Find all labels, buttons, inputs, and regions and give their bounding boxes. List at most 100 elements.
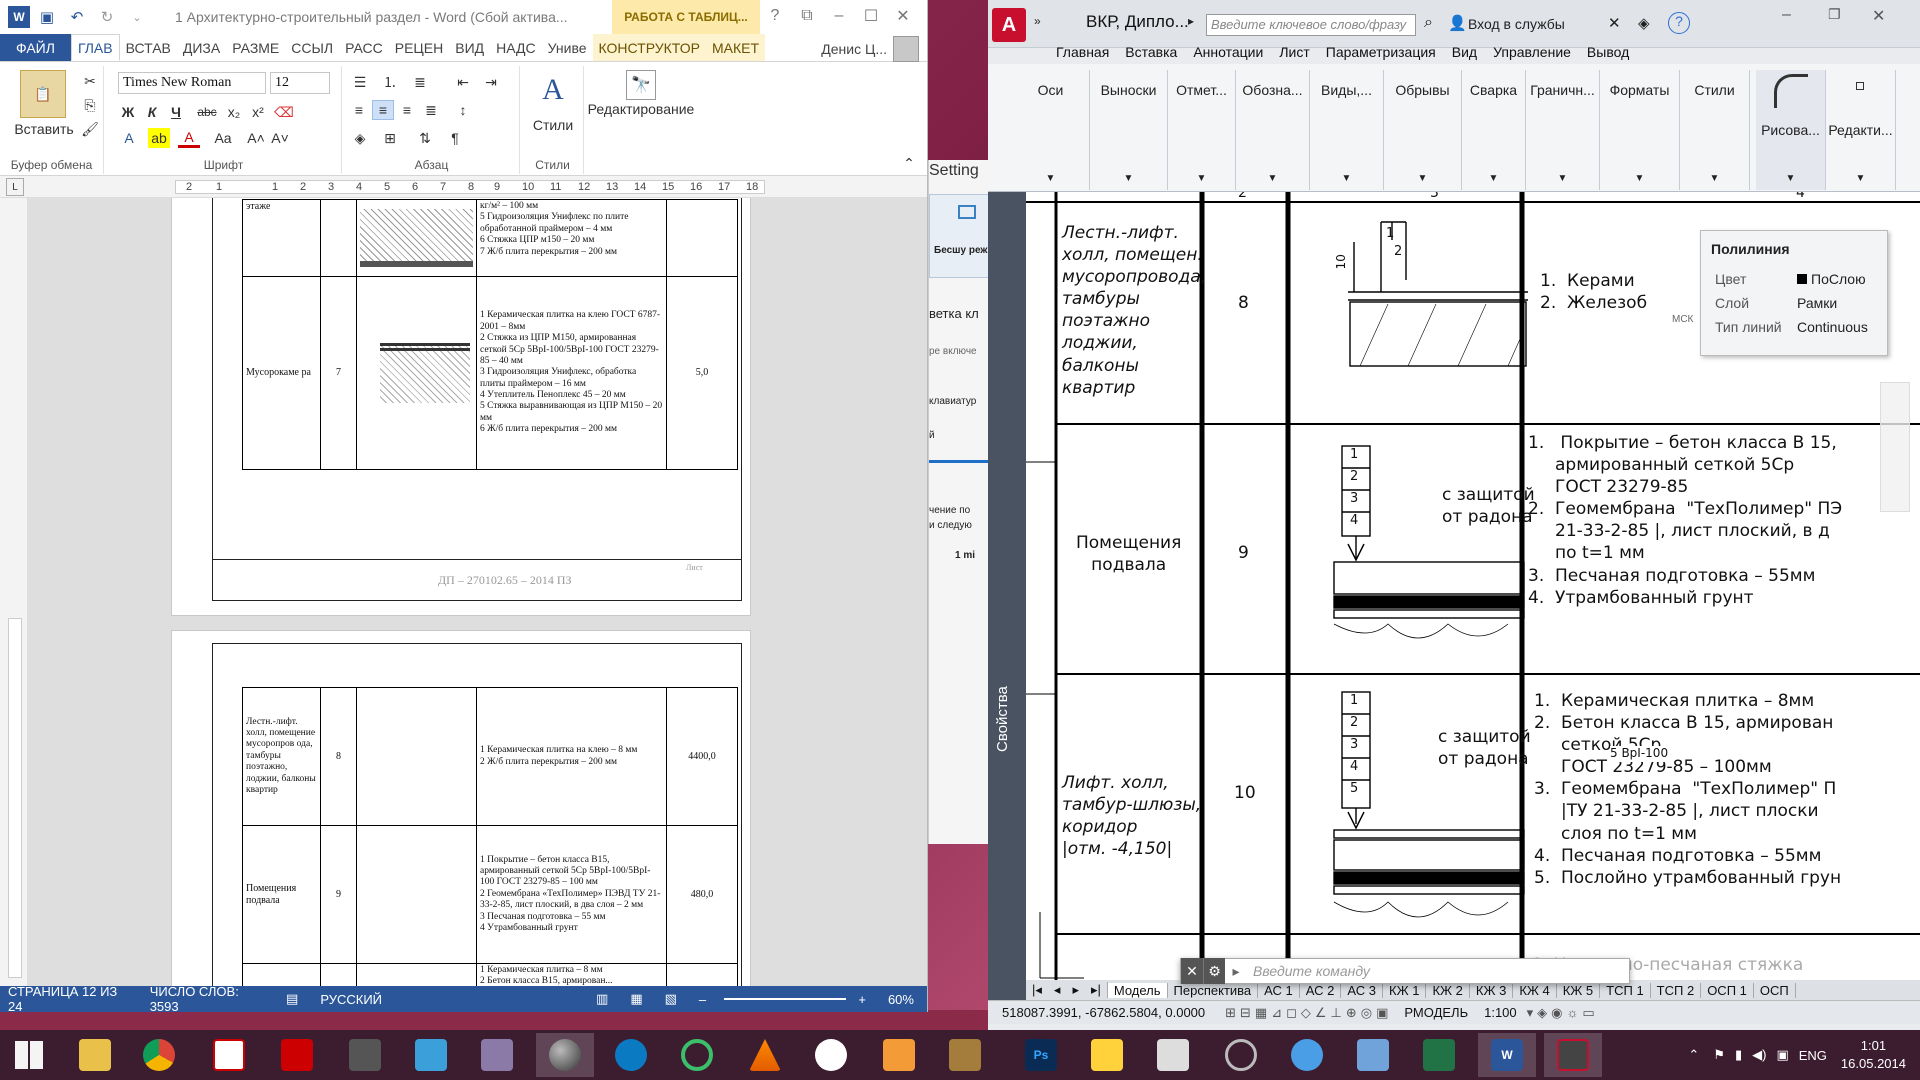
web-layout-icon[interactable]: ▧ <box>665 991 677 1007</box>
copy-icon[interactable]: ⎘ <box>80 96 100 114</box>
properties-palette-bar[interactable]: Свойства <box>988 192 1026 1000</box>
tab-view[interactable]: ВИД <box>449 34 490 61</box>
taskbar-autocad[interactable] <box>1544 1033 1602 1077</box>
align-left-icon[interactable]: ≡ <box>348 100 370 120</box>
tab-layout[interactable]: РАЗМЕ <box>226 34 285 61</box>
tab-model[interactable]: Модель <box>1107 982 1168 998</box>
user-icon[interactable]: 👤 <box>1448 14 1467 32</box>
styles-icon[interactable]: A <box>534 70 572 110</box>
zoom-out-icon[interactable]: – <box>699 992 706 1007</box>
model-space-label[interactable]: РМОДЕЛЬ <box>1404 1005 1468 1020</box>
borders-icon[interactable]: ⊞ <box>378 128 402 148</box>
network-signal-icon[interactable]: ▮ <box>1735 1047 1742 1063</box>
taskbar-curves[interactable] <box>1212 1033 1270 1077</box>
tab-layout[interactable]: ТСП 2 <box>1651 982 1702 998</box>
menu-manage[interactable]: Управление <box>1485 44 1579 60</box>
tab-nav-next-icon[interactable]: ▸ <box>1066 982 1085 998</box>
taskbar-itunes[interactable] <box>1278 1033 1336 1077</box>
taskbar-network[interactable] <box>1144 1033 1202 1077</box>
tab-universal[interactable]: Униве <box>542 34 593 61</box>
search-input[interactable]: Введите ключевое слово/фразу <box>1206 14 1416 36</box>
read-mode-icon[interactable]: ▥ <box>596 991 608 1007</box>
menu-output[interactable]: Вывод <box>1579 44 1637 60</box>
redo-icon[interactable]: ↻ <box>94 4 120 30</box>
word-user[interactable]: Денис Ц... <box>821 36 919 62</box>
drafting-toggles-icon[interactable]: ⊞⊟▦⊿◻◇∠⊥⊕◎▣ <box>1225 1005 1392 1021</box>
coordinates[interactable]: 518087.3991, -67862.5804, 0.0000 <box>1002 1005 1205 1020</box>
strikethrough-icon[interactable]: abc <box>194 102 220 122</box>
maximize-icon[interactable]: ☐ <box>856 4 886 28</box>
menu-home[interactable]: Главная <box>1048 44 1117 60</box>
ribbon-marks[interactable]: Отмет... ▼ <box>1168 70 1236 190</box>
tab-insert[interactable]: ВСТАВ <box>120 34 177 61</box>
tab-layout[interactable]: ОСП 1 <box>1701 982 1754 998</box>
tray-expand-icon[interactable]: ⌃ <box>1688 1047 1699 1063</box>
taskbar-package[interactable] <box>402 1033 460 1077</box>
highlight-icon[interactable]: ab <box>148 128 170 148</box>
tab-layout[interactable]: АС 2 <box>1300 982 1342 998</box>
workspace-dropdown-icon[interactable]: » <box>1034 14 1041 28</box>
taskbar-onenote[interactable] <box>602 1033 660 1077</box>
minimize-icon[interactable]: – <box>1782 6 1791 24</box>
align-right-icon[interactable]: ≡ <box>396 100 418 120</box>
find-icon[interactable]: 🔭 <box>626 70 656 100</box>
ribbon-designations[interactable]: Обозна... ▼ <box>1236 70 1310 190</box>
tab-nav-prev-icon[interactable]: ◂ <box>1048 982 1067 998</box>
volume-icon[interactable]: ◀) <box>1752 1047 1766 1063</box>
taskbar-archive[interactable] <box>468 1033 526 1077</box>
show-marks-icon[interactable]: ¶ <box>444 128 466 148</box>
ribbon-breaks[interactable]: Обрывы ▼ <box>1384 70 1462 190</box>
input-language[interactable]: ENG <box>1799 1048 1827 1063</box>
tab-mailings[interactable]: РАСС <box>339 34 389 61</box>
taskbar-tools[interactable] <box>870 1033 928 1077</box>
font-color-icon[interactable]: A <box>178 128 200 148</box>
zoom-in-icon[interactable]: + <box>858 992 866 1007</box>
undo-icon[interactable]: ↶ <box>64 4 90 30</box>
tab-layout[interactable]: КЖ 1 <box>1383 982 1427 998</box>
menu-parametric[interactable]: Параметризация <box>1318 44 1444 60</box>
bullets-icon[interactable]: ☰ <box>348 72 372 92</box>
italic-icon[interactable]: К <box>142 102 162 122</box>
paste-button[interactable]: Вставить <box>6 120 82 138</box>
minimize-icon[interactable]: – <box>824 4 854 28</box>
clear-format-icon[interactable]: ⌫ <box>274 102 294 122</box>
underline-icon[interactable]: Ч <box>166 102 186 122</box>
tab-table-layout[interactable]: МАКЕТ <box>705 34 766 61</box>
ribbon-display-icon[interactable]: ⧉ <box>792 4 822 28</box>
taskbar-vlc[interactable] <box>736 1033 794 1077</box>
tab-layout[interactable]: КЖ 2 <box>1426 982 1470 998</box>
shrink-font-icon[interactable]: A˅ <box>270 128 290 148</box>
close-icon[interactable]: ✕ <box>1181 958 1203 984</box>
taskbar-sync[interactable] <box>668 1033 726 1077</box>
menu-view[interactable]: Вид <box>1444 44 1485 60</box>
taskbar-autocad-old[interactable] <box>336 1033 394 1077</box>
tab-layout[interactable]: ТСП 1 <box>1600 982 1651 998</box>
tab-file[interactable]: ФАЙЛ <box>0 34 71 61</box>
collapse-ribbon-icon[interactable]: ⌃ <box>900 154 918 172</box>
navigation-bar[interactable] <box>1880 382 1910 512</box>
tab-review[interactable]: РЕЦЕН <box>389 34 449 61</box>
command-prompt-icon[interactable]: ▸ <box>1225 963 1247 980</box>
document-canvas[interactable]: этаже кг/м² – 100 мм 5 Гидроизоляция Уни… <box>28 198 927 986</box>
superscript-icon[interactable]: x² <box>248 102 268 122</box>
tab-home[interactable]: ГЛАВ <box>70 34 120 61</box>
flag-icon[interactable]: ⚑ <box>1713 1047 1725 1063</box>
start-button[interactable] <box>0 1033 58 1077</box>
title-expand-icon[interactable]: ▸ <box>1188 14 1194 28</box>
menu-annotate[interactable]: Аннотации <box>1185 44 1271 60</box>
format-painter-icon[interactable]: 🖌 <box>80 120 100 138</box>
bold-icon[interactable]: Ж <box>118 102 138 122</box>
close-icon[interactable]: ✕ <box>1872 6 1885 26</box>
tray-app-icon[interactable]: ▣ <box>1776 1047 1788 1063</box>
tab-layout[interactable]: Перспектива <box>1168 982 1259 998</box>
taskbar-excel[interactable] <box>1410 1033 1468 1077</box>
ribbon-views[interactable]: Виды,... ▼ <box>1310 70 1384 190</box>
taskbar-acrobat-reader[interactable] <box>268 1033 326 1077</box>
cut-icon[interactable]: ✂ <box>80 72 100 90</box>
binoculars-icon[interactable]: ⌕ <box>1424 14 1433 32</box>
taskbar-word[interactable]: W <box>1478 1033 1536 1077</box>
tab-layout[interactable]: КЖ 5 <box>1557 982 1601 998</box>
customize-qat-icon[interactable]: ⌄ <box>124 4 150 30</box>
subscript-icon[interactable]: x₂ <box>224 102 244 122</box>
ribbon-axes[interactable]: Оси ▼ <box>1012 70 1090 190</box>
